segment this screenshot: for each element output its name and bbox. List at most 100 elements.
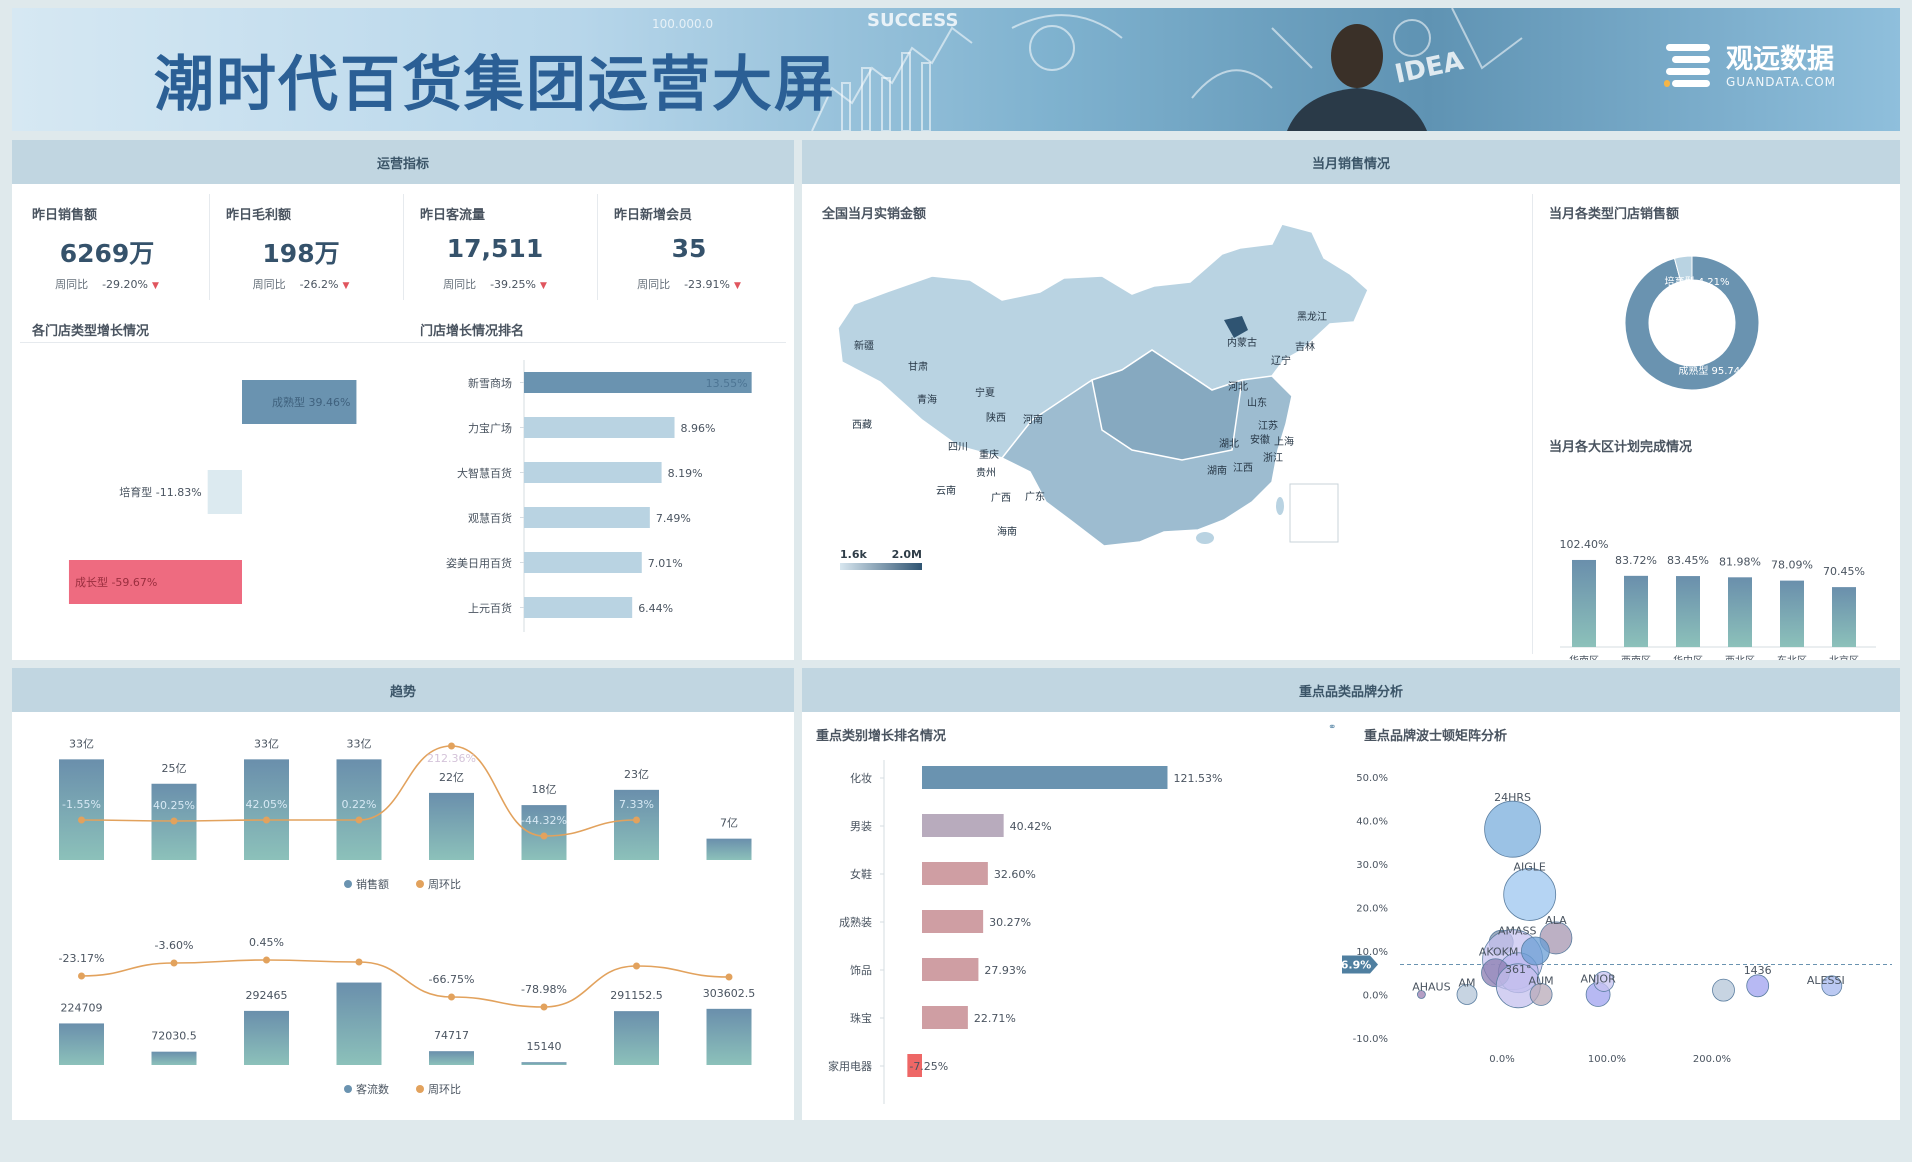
rank-category-label: 姿美日用百货 [446,556,512,570]
logo-name: 观远数据 [1726,44,1835,75]
x-tick-label: 0.0% [1489,1054,1514,1065]
kpi-label: 昨日客流量 [420,208,486,223]
legend-label: 销售额 [356,877,389,891]
wow-point [633,816,640,824]
wow-label: 40.25% [153,799,195,812]
province-label: 甘肃 [908,360,928,373]
traffic-wow-point [540,1003,548,1011]
kpi-new-members: 昨日新增会员 35 周同比 -23.91% ▼ [594,184,784,298]
kpi-row: 昨日销售额 6269万 周同比 -29.20% ▼ 昨日毛利额 198万 周同比 -2… [12,184,794,343]
kpi-traffic: 昨日客流量 17,511 周同比 -39.25% ▼ [400,184,590,298]
province-label: 安徽 [1250,433,1270,446]
traffic-bar [429,1051,474,1065]
legend-label: 周环比 [428,878,461,891]
wow-label: -1.55% [62,798,101,811]
map-legend-max: 2.0M [892,548,922,561]
rank-bar [524,507,650,528]
wow-label: 7.33% [619,798,654,811]
province-label: 广西 [991,492,1011,504]
sales-value-label: 7亿 [720,817,738,830]
down-arrow-icon: ▼ [152,281,159,291]
region-category-label: 东北区 [1777,654,1807,660]
rank-category-label: 新雪商场 [468,376,512,390]
region-value-label: 83.45% [1667,554,1709,567]
growth-label: 培育型 -11.83% [119,485,201,499]
brand-label: AM [1458,977,1475,990]
brand-label: ALESSI [1807,974,1845,987]
traffic-wow-label: -78.98% [521,983,567,996]
kpi-value: 198万 [262,239,340,268]
sales-bar [706,838,752,860]
brand-panel: 重点品类品牌分析 重点类别增长排名情况 重点品牌波士顿矩阵分析 ⚭ 化妆 121.… [802,668,1900,1120]
y-tick-label: 40.0% [1356,817,1388,828]
category-value-label: 32.60% [994,868,1036,881]
sales-value-label: 22亿 [439,771,464,784]
category-bar [922,862,988,885]
traffic-value-label: 291152.5 [610,989,663,1002]
kpi-sales: 昨日销售额 6269万 周同比 -29.20% ▼ [12,184,202,298]
legend-dot [344,1085,352,1093]
traffic-wow-point [725,973,733,981]
kpi-label: 昨日销售额 [32,208,98,223]
category-value-label: 40.42% [1010,820,1052,833]
legend-label: 周环比 [428,1083,461,1096]
province-label: 四川 [948,442,968,453]
sales-value-label: 33亿 [69,737,94,750]
region-category-label: 华中区 [1673,654,1703,660]
rank-value-label: 7.01% [648,557,683,570]
legend-dot [416,1085,424,1093]
province-label: 新疆 [854,339,874,352]
rank-value-label: 7.49% [656,512,691,525]
down-arrow-icon: ▼ [342,281,350,291]
logo-subtitle: GUANDATA.COM [1726,75,1836,89]
traffic-wow-point [263,956,270,964]
link-icon[interactable]: ⚭ [1328,722,1336,733]
region-value-label: 83.72% [1615,554,1657,567]
traffic-wow-point [355,958,363,966]
brand-bubble [1484,800,1542,858]
rank-value-label: 8.19% [668,467,703,480]
rank-bar [524,597,633,618]
kpi-compare-value: -26.2% [299,278,339,291]
province-label: 西藏 [852,419,872,431]
rank-category-label: 力宝广场 [468,421,512,435]
trend-panel-header: 趋势 [12,668,794,712]
province-label: 云南 [936,484,956,497]
header-banner: SUCCESS IDEA 100.000.0 潮时代百货集团运营大屏 观远数据 … [12,8,1900,131]
china-map[interactable]: 黑龙江吉林辽宁 内蒙古 新疆甘肃宁夏 河北山东 青海陕西 河南 江苏上海安徽湖北 西藏四川重庆… [802,220,1532,660]
traffic-value-label: 15140 [527,1040,562,1053]
region-completion-title: 当月各大区计划完成情况 [1549,440,1693,455]
category-label: 成熟装 [839,915,872,929]
province-label: 上海 [1274,435,1294,448]
traffic-wow-label: -3.60% [155,939,194,952]
province-label: 宁夏 [975,386,995,399]
brand-bubble [1503,868,1557,921]
region-value-label: 70.45% [1823,565,1865,578]
kpi-compare-value: -29.20% [102,278,148,291]
region-completion-chart: 102.40% 华南区 83.72% 西南区 83.45% 华中区 81.98% 西北区 78.… [1560,538,1876,660]
sales-value-label: 25亿 [162,762,187,775]
divider [1532,194,1533,654]
brand-bcg-scatter: 50.0%40.0%30.0%20.0%10.0%0.0%-10.0%6.9%2… [1342,773,1892,1065]
traffic-value-label: 303602.5 [703,987,756,1000]
traffic-wow-point [448,993,455,1001]
category-label: 家用电器 [828,1059,872,1073]
province-label: 山东 [1247,396,1267,409]
rank-category-label: 上元百货 [468,601,512,615]
province-label: 江苏 [1258,419,1278,432]
legend-dot [344,880,352,888]
map-legend-min: 1.6k [840,548,867,561]
kpi-compare-value: -39.25% [490,278,536,291]
sales-value-label: 18亿 [532,783,557,796]
legend-label: 客流数 [356,1082,389,1096]
category-label: 男装 [850,820,872,833]
store-type-sales-donut: 成熟型 95.74% 培育型 4.21% [1624,255,1760,390]
region-bar [1572,559,1596,647]
rank-bar [524,552,642,573]
brand-label: AKOKM [1479,946,1519,959]
page-title: 潮时代百货集团运营大屏 [154,50,836,120]
wow-label: -44.32% [521,814,567,827]
trend-chart: 33亿 25亿 33亿 33亿 22亿 18亿 23亿 7亿 -1.55% 40.25% 42.05… [59,737,756,1096]
category-growth-chart: 化妆 121.53% 男装 40.42% 女鞋 32.60% 成熟装 30.27% 饰品 27.9… [828,760,1222,1104]
svg-text:100.000.0: 100.000.0 [652,17,713,31]
